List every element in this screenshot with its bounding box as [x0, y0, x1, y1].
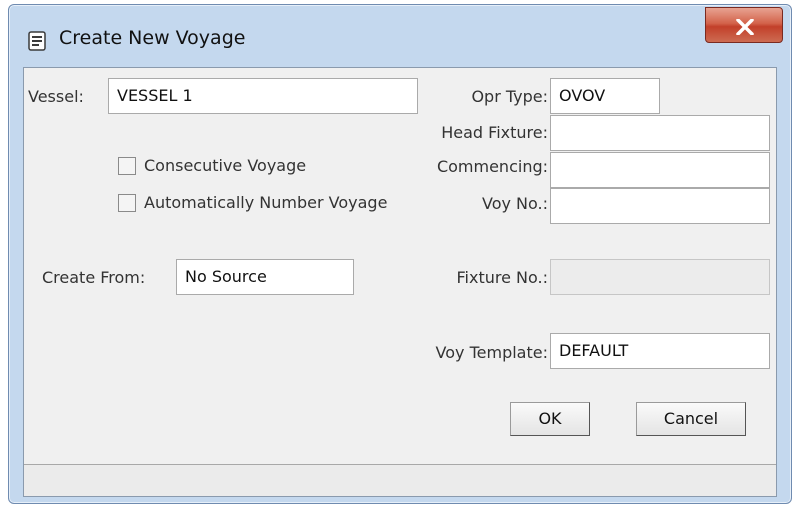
head-fixture-field[interactable] [550, 115, 770, 151]
consecutive-voyage-box[interactable] [118, 157, 136, 175]
dialog-form-icon [28, 31, 46, 51]
head-fixture-label: Head Fixture: [441, 123, 548, 142]
create-from-label: Create From: [42, 268, 146, 287]
vessel-label: Vessel: [28, 87, 84, 106]
ok-button[interactable]: OK [510, 402, 590, 436]
opr-type-label: Opr Type: [471, 87, 548, 106]
close-icon [736, 19, 754, 35]
fixture-no-field [550, 259, 770, 295]
voy-template-field[interactable]: DEFAULT [550, 333, 770, 369]
auto-number-voyage-checkbox[interactable]: Automatically Number Voyage [118, 192, 438, 214]
commencing-field[interactable] [550, 152, 770, 188]
voy-no-field[interactable] [550, 188, 770, 224]
create-voyage-dialog: Create New Voyage Vessel: VESSEL 1 Opr T… [8, 4, 792, 504]
status-bar [24, 464, 776, 496]
dialog-body: Vessel: VESSEL 1 Opr Type: OVOV Head Fix… [23, 67, 777, 497]
consecutive-voyage-label: Consecutive Voyage [144, 156, 307, 175]
opr-type-field[interactable]: OVOV [550, 78, 660, 114]
voy-template-label: Voy Template: [435, 343, 548, 362]
commencing-label: Commencing: [436, 157, 548, 176]
title-bar[interactable]: Create New Voyage [9, 5, 791, 65]
consecutive-voyage-checkbox[interactable]: Consecutive Voyage [118, 155, 358, 177]
fixture-no-label: Fixture No.: [456, 268, 548, 287]
create-from-field[interactable]: No Source [176, 259, 354, 295]
dialog-title: Create New Voyage [59, 27, 246, 49]
cancel-button[interactable]: Cancel [636, 402, 746, 436]
close-button[interactable] [705, 7, 783, 43]
vessel-field[interactable]: VESSEL 1 [108, 78, 418, 114]
auto-number-voyage-box[interactable] [118, 194, 136, 212]
auto-number-voyage-label: Automatically Number Voyage [144, 193, 388, 212]
voy-no-label: Voy No.: [482, 194, 548, 213]
